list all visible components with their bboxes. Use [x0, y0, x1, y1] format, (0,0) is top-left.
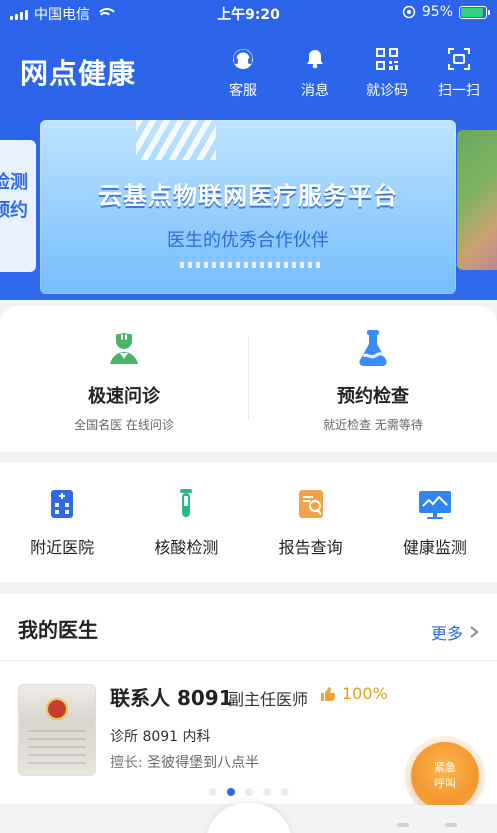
left-card-text-1: 检测	[0, 172, 28, 193]
messages-button[interactable]: 消息	[285, 44, 345, 100]
app-title: 网点健康	[20, 57, 137, 90]
skill-prefix: 擅长:	[110, 755, 143, 771]
doctor-name: 联系人 8091	[110, 686, 233, 710]
promo-banner[interactable]: 云基点物联网医疗服务平台 医生的优秀合作伙伴	[40, 120, 456, 294]
nucleic-test-label: 核酸检测	[154, 538, 219, 557]
tabbar-indicators	[397, 823, 457, 827]
pager-dot[interactable]	[208, 788, 217, 796]
tab-indicator	[397, 823, 409, 827]
bottom-tab-bar	[0, 803, 497, 833]
banner-decoration	[136, 120, 216, 160]
nucleic-test-button[interactable]: 核酸检测	[126, 484, 246, 558]
customer-service-button[interactable]: 客服	[213, 44, 273, 100]
health-monitor-label: 健康监测	[402, 538, 467, 557]
primary-services: 极速问诊 全国名医 在线问诊 预约检查 就近检查 无需等待	[0, 306, 497, 452]
headset-icon	[228, 44, 258, 74]
my-doctor-title: 我的医生	[18, 618, 98, 642]
book-exam-button[interactable]: 预约检查 就近检查 无需等待	[249, 324, 497, 433]
header-area: 中国电信 上午9:20 95% 网点健康 客服 消息 就诊码 扫一扫 检测 预约…	[0, 0, 497, 300]
book-exam-subtitle: 就近检查 无需等待	[323, 418, 423, 432]
skill-text: 圣彼得堡到八点半	[147, 755, 260, 771]
left-card-text-2: 预约	[0, 200, 28, 221]
pager-dot[interactable]	[226, 788, 235, 796]
pager-dot[interactable]	[262, 788, 271, 796]
doctor-certificate-image	[18, 684, 96, 776]
status-right: 95%	[402, 4, 490, 20]
fast-consult-title: 极速问诊	[88, 386, 160, 407]
scan-icon	[444, 44, 474, 74]
qr-code-icon	[372, 44, 402, 74]
tab-indicator	[445, 823, 457, 827]
pager-dot[interactable]	[280, 788, 289, 796]
bell-icon	[300, 44, 330, 74]
right-carousel-card[interactable]	[457, 130, 497, 270]
doctor-icon	[100, 324, 148, 372]
thumbs-up-icon	[321, 686, 336, 701]
hospital-icon	[42, 484, 82, 524]
doctor-title: 副主任医师	[228, 690, 309, 709]
report-query-label: 报告查询	[278, 538, 343, 557]
certificate-text-lines	[28, 730, 86, 766]
banner-dots	[180, 262, 320, 268]
emergency-call-button[interactable]: 紧急 呼叫	[411, 742, 479, 810]
rating-value: 100%	[342, 684, 388, 703]
report-query-button[interactable]: 报告查询	[251, 484, 371, 558]
doctor-rating: 100%	[318, 684, 388, 703]
scan-button[interactable]: 扫一扫	[429, 44, 489, 100]
fast-consult-button[interactable]: 极速问诊 全国名医 在线问诊	[0, 324, 248, 433]
flask-icon	[349, 324, 397, 372]
certificate-seal	[46, 698, 68, 720]
monitor-icon	[415, 484, 455, 524]
banner-title: 云基点物联网医疗服务平台	[98, 182, 398, 210]
chevron-right-icon	[470, 626, 479, 638]
service-grid: 附近医院 核酸检测 报告查询 健康监测	[0, 484, 497, 558]
more-doctors-link[interactable]: 更多	[431, 620, 479, 644]
banner-subtitle: 医生的优秀合作伙伴	[167, 230, 329, 251]
battery-percent: 95%	[421, 4, 453, 20]
nearby-hospital-button[interactable]: 附近医院	[2, 484, 122, 558]
status-bar: 中国电信 上午9:20 95%	[0, 0, 497, 28]
doctor-card[interactable]: 联系人 8091 副主任医师 100% 诊所 8091 内科 擅长: 圣彼得堡到…	[18, 682, 479, 782]
top-actions: 客服 消息 就诊码 扫一扫	[213, 44, 489, 100]
orientation-lock-icon	[402, 5, 416, 19]
test-tube-icon	[166, 484, 206, 524]
customer-service-label: 客服	[229, 83, 257, 99]
fast-consult-subtitle: 全国名医 在线问诊	[74, 418, 174, 432]
visit-code-label: 就诊码	[366, 83, 408, 99]
section-divider	[0, 660, 497, 661]
visit-code-button[interactable]: 就诊码	[357, 44, 417, 100]
more-label: 更多	[430, 624, 463, 643]
emergency-line-2: 呼叫	[434, 777, 456, 790]
center-tab-button[interactable]	[206, 803, 292, 833]
doctor-skill: 擅长: 圣彼得堡到八点半	[110, 752, 259, 772]
left-carousel-card[interactable]: 检测 预约	[0, 140, 36, 272]
health-monitor-button[interactable]: 健康监测	[375, 484, 495, 558]
pager-dot[interactable]	[244, 788, 253, 796]
nearby-hospital-label: 附近医院	[30, 538, 95, 557]
book-exam-title: 预约检查	[337, 386, 409, 407]
scan-label: 扫一扫	[438, 83, 480, 99]
emergency-line-1: 紧急	[434, 761, 456, 774]
secondary-services: 附近医院 核酸检测 报告查询 健康监测	[0, 462, 497, 582]
report-search-icon	[291, 484, 331, 524]
doctor-department: 诊所 8091 内科	[110, 729, 211, 745]
battery-icon	[459, 5, 490, 19]
emergency-label: 紧急 呼叫	[434, 760, 456, 792]
home-screen: 中国电信 上午9:20 95% 网点健康 客服 消息 就诊码 扫一扫 检测 预约…	[0, 0, 497, 833]
messages-label: 消息	[301, 83, 329, 99]
